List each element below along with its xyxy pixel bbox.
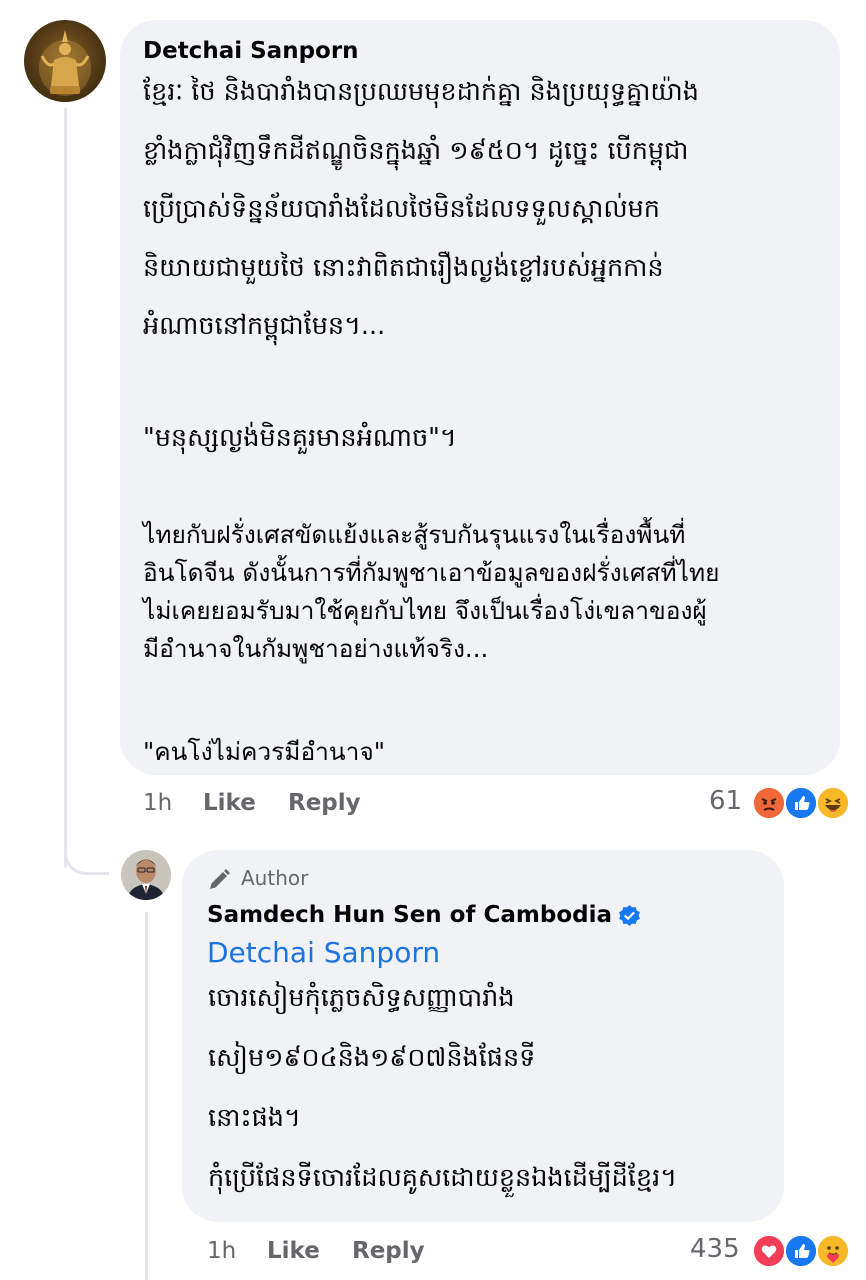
mention-link[interactable]: Detchai Sanporn xyxy=(207,936,440,969)
comment-thai-body: ไทยกับฝรั่งเศสขัดแย้งและสู้รบกันรุนแรงใน… xyxy=(143,516,719,668)
comment-thai-line: มีอำนาจในกัมพูชาอย่างแท้จริง... xyxy=(143,634,489,663)
reply-text-line: នោះផង។ xyxy=(208,1103,301,1133)
thread-line xyxy=(64,108,67,868)
buddha-statue-image xyxy=(39,30,91,96)
verified-badge-icon xyxy=(619,905,640,926)
author-avatar[interactable] xyxy=(121,850,171,900)
haha-icon xyxy=(816,786,850,820)
author-portrait-image xyxy=(121,850,171,900)
reply-text-line: ចោរសៀមកុំភ្លេចសិទ្ធសញ្ញាបារាំង xyxy=(208,983,515,1013)
reply-text-line: សៀម១៩០៤និង១៩០៧និងផែនទី xyxy=(208,1043,536,1073)
like-icon xyxy=(784,1234,818,1268)
comment-khmer-line: ខ្មែរៈ ថៃ និងបារាំងបានប្រឈមមុខដាក់គ្នា ន… xyxy=(143,77,699,107)
comment-khmer-line: អំណាចនៅកម្ពុជាមែន។... xyxy=(143,311,386,341)
comment-thai-quote: "คนโง่ไม่ควรมีอำนาจ" xyxy=(143,737,386,766)
comment-timestamp[interactable]: 1h xyxy=(143,790,172,816)
reply-timestamp[interactable]: 1h xyxy=(207,1238,236,1264)
reply-text-line: កុំប្រើផែនទីចោរដែលគូសដោយខ្លួនឯងដើម្បីដីខ… xyxy=(208,1163,678,1193)
author-badge-label: Author xyxy=(241,866,309,890)
like-icon xyxy=(784,786,818,820)
thread-connector xyxy=(64,820,109,875)
comment-like-button[interactable]: Like xyxy=(203,790,256,816)
reply-reaction-count[interactable]: 435 xyxy=(690,1234,740,1264)
care-icon xyxy=(816,1234,850,1268)
angry-icon xyxy=(752,786,786,820)
reply-thread-line xyxy=(145,912,148,1280)
love-icon xyxy=(752,1234,786,1268)
comment-thai-line: ไทยกับฝรั่งเศสขัดแย้งและสู้รบกันรุนแรงใน… xyxy=(143,520,686,549)
comment-author-name[interactable]: Detchai Sanporn xyxy=(143,38,359,64)
reply-author-name[interactable]: Samdech Hun Sen of Cambodia xyxy=(207,902,612,928)
comment-reply-button[interactable]: Reply xyxy=(288,790,361,816)
commenter-avatar[interactable] xyxy=(24,20,106,102)
comment-khmer-line: ខ្លាំងក្លាជុំវិញទឹកដីឥណ្ឌូចិនក្នុងឆ្នាំ … xyxy=(143,135,689,166)
comment-thai-line: ไม่เคยยอมรับมาใช้คุยกับไทย จึงเป็นเรื่อง… xyxy=(143,596,707,625)
comment-khmer-line: និយាយជាមួយថៃ នោះវាពិតជារឿងល្ងង់ខ្លៅរបស់អ… xyxy=(143,252,664,283)
comment-khmer-quote: "មនុស្សល្ងង់មិនគួរមានអំណាច"។ xyxy=(143,423,457,453)
reply-reply-button[interactable]: Reply xyxy=(352,1238,425,1264)
comment-khmer-body: ខ្មែរៈ ថៃ និងបារាំងបានប្រឈមមុខដាក់គ្នា ន… xyxy=(143,63,843,356)
comment-khmer-line: ប្រើប្រាស់ទិន្នន័យបារាំងដែលថៃមិនដែលទទួលស… xyxy=(143,194,660,224)
pencil-icon xyxy=(210,869,230,889)
comment-thai-line: อินโดจีน ดังนั้นการที่กัมพูชาเอาข้อมูลขอ… xyxy=(143,558,720,587)
comment-reaction-count[interactable]: 61 xyxy=(709,786,742,816)
reply-like-button[interactable]: Like xyxy=(267,1238,320,1264)
